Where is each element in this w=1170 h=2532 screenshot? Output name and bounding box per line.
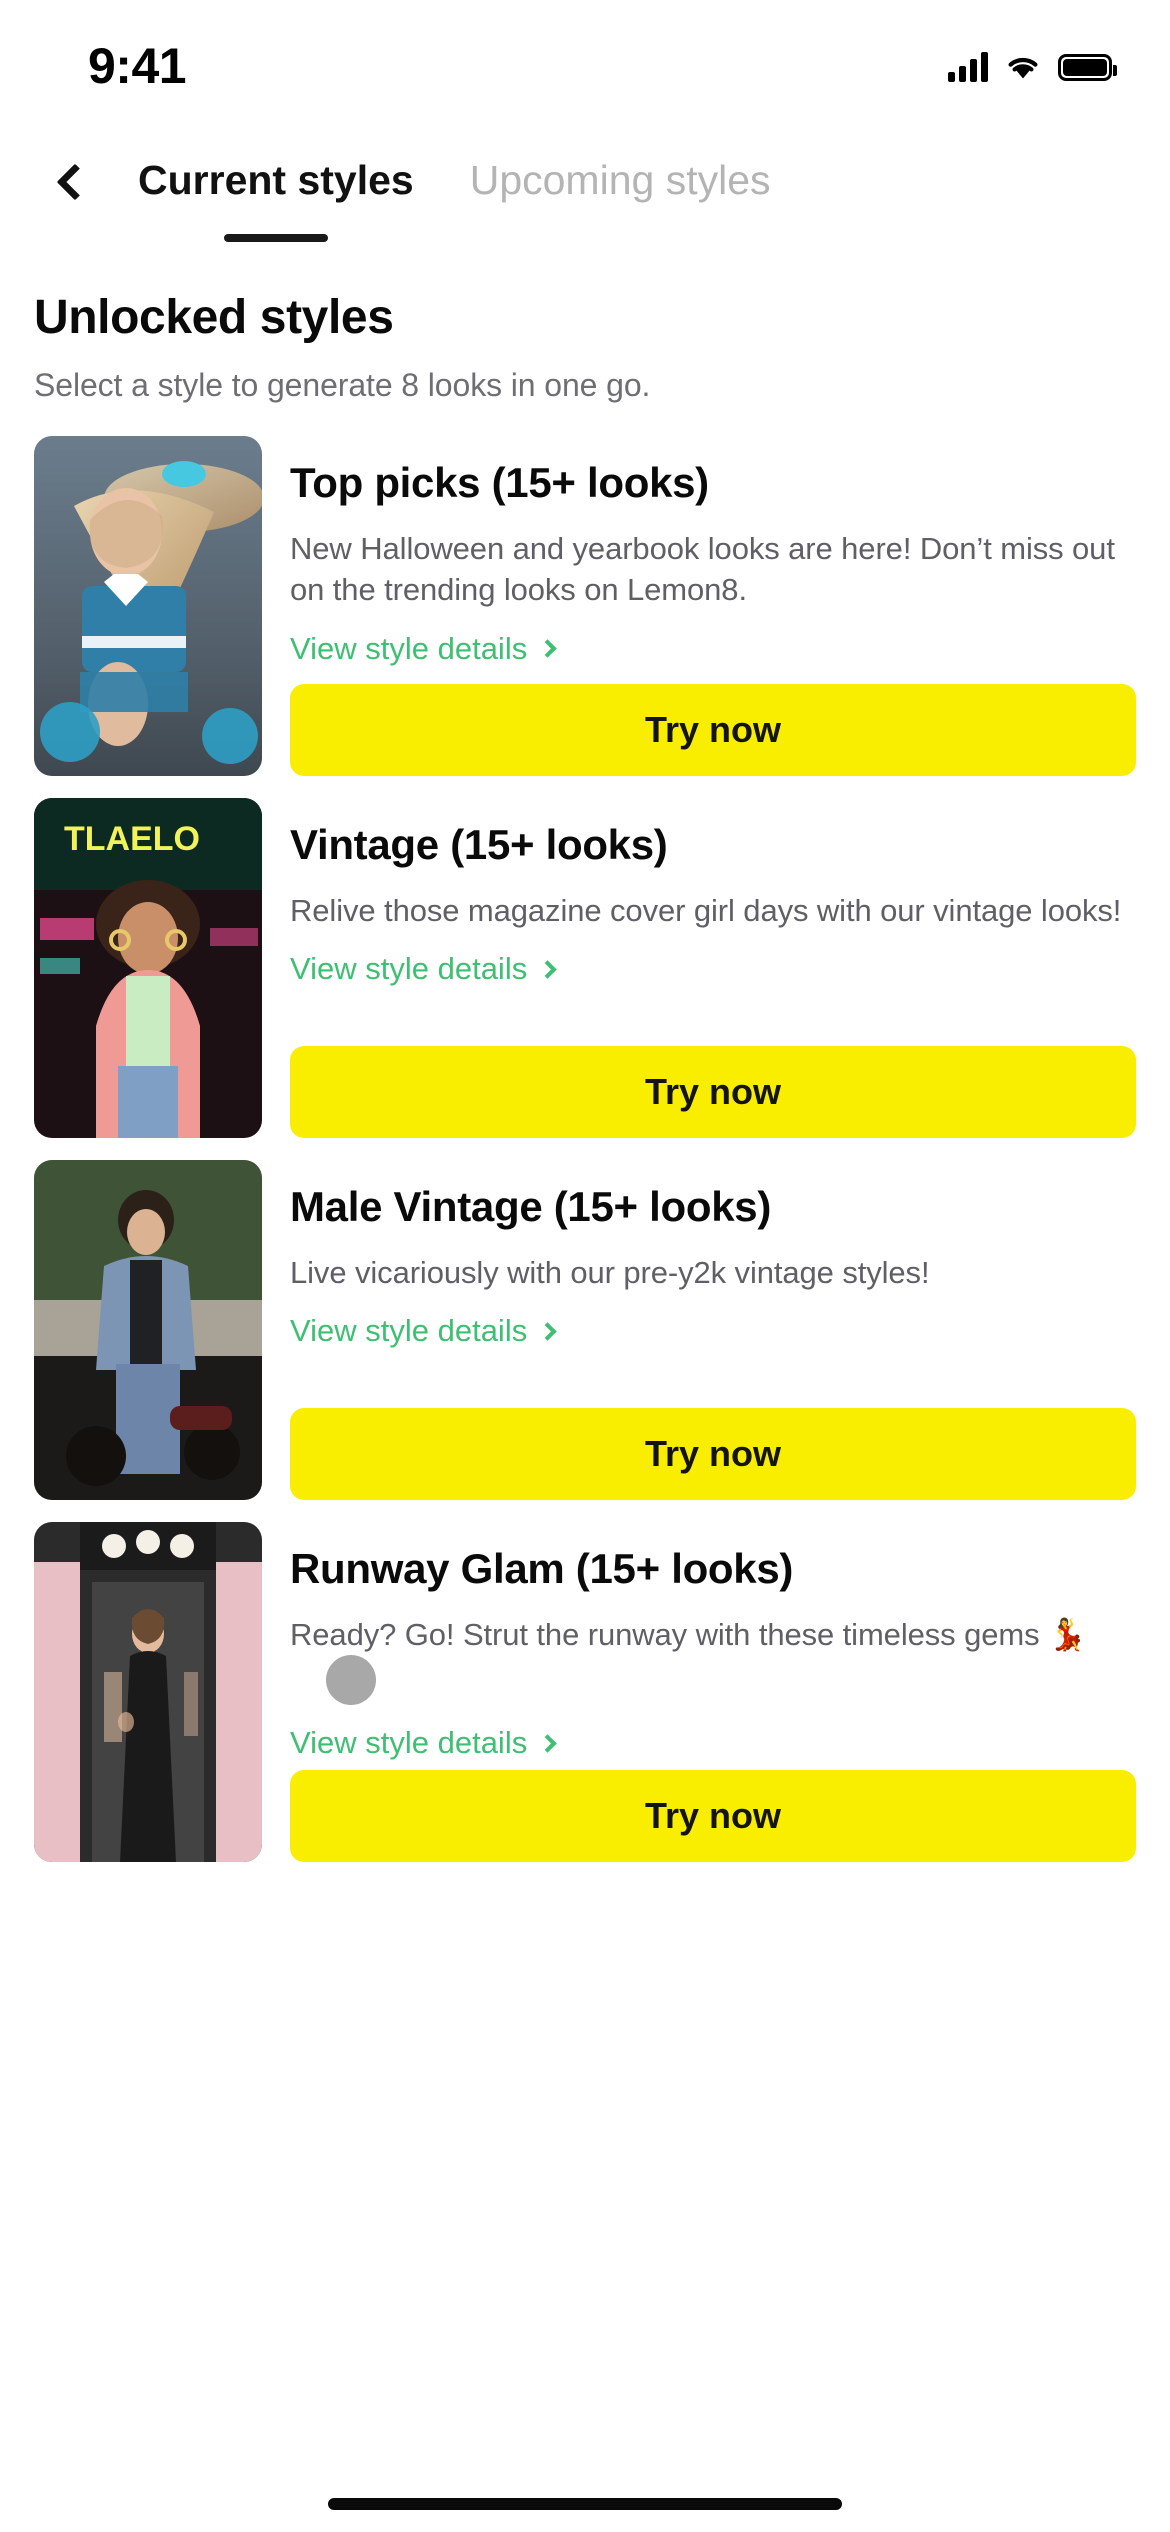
try-now-button[interactable]: Try now xyxy=(290,1046,1136,1138)
chevron-left-icon xyxy=(56,163,94,201)
view-style-details-label: View style details xyxy=(290,630,528,666)
page-subtitle: Select a style to generate 8 looks in on… xyxy=(34,367,651,403)
loading-indicator-dot xyxy=(326,1655,376,1706)
view-style-details-link[interactable]: View style details xyxy=(290,951,1136,987)
chevron-right-icon xyxy=(538,1322,557,1341)
navigation-bar: Current styles Upcoming styles xyxy=(0,118,1170,246)
wifi-icon xyxy=(1004,53,1042,81)
list-item[interactable]: TLAELO Vintage (15+ looks) Relive those … xyxy=(0,798,1170,1138)
card-title: Top picks (15+ looks) xyxy=(290,459,709,506)
try-now-button[interactable]: Try now xyxy=(290,684,1136,776)
card-title: Vintage (15+ looks) xyxy=(290,821,668,868)
home-indicator xyxy=(328,2498,842,2510)
list-item[interactable]: Male Vintage (15+ looks) Live vicariousl… xyxy=(0,1160,1170,1500)
section-header: Unlocked styles Select a style to genera… xyxy=(0,246,1170,404)
list-item[interactable]: Runway Glam (15+ looks) Ready? Go! Strut… xyxy=(0,1522,1170,1862)
card-body: Vintage (15+ looks) Relive those magazin… xyxy=(290,798,1136,1138)
card-description: New Halloween and yearbook looks are her… xyxy=(290,531,1115,608)
view-style-details-label: View style details xyxy=(290,1313,528,1349)
card-title: Male Vintage (15+ looks) xyxy=(290,1183,772,1230)
tab-upcoming-styles[interactable]: Upcoming styles xyxy=(470,157,771,208)
view-style-details-link[interactable]: View style details xyxy=(290,1725,1136,1761)
status-bar: 9:41 xyxy=(0,0,1170,118)
thumbnail-runway-glam[interactable] xyxy=(34,1522,262,1862)
battery-icon xyxy=(1058,53,1117,81)
style-list: Top picks (15+ looks) New Halloween and … xyxy=(0,436,1170,1862)
card-body: Runway Glam (15+ looks) Ready? Go! Strut… xyxy=(290,1522,1136,1862)
list-item[interactable]: Top picks (15+ looks) New Halloween and … xyxy=(0,436,1170,776)
chevron-right-icon xyxy=(538,1734,557,1753)
card-description-text: Ready? Go! Strut the runway with these t… xyxy=(290,1617,1087,1653)
card-description: Live vicariously with our pre-y2k vintag… xyxy=(290,1255,930,1291)
try-now-button[interactable]: Try now xyxy=(290,1408,1136,1500)
back-button[interactable] xyxy=(40,147,110,217)
status-icons xyxy=(948,52,1117,82)
card-body: Top picks (15+ looks) New Halloween and … xyxy=(290,436,1136,776)
card-description: Ready? Go! Strut the runway with these t… xyxy=(290,1614,1136,1706)
chevron-right-icon xyxy=(538,960,557,979)
tab-bar: Current styles Upcoming styles xyxy=(138,157,771,208)
thumbnail-male-vintage[interactable] xyxy=(34,1160,262,1500)
card-description: Relive those magazine cover girl days wi… xyxy=(290,893,1122,929)
tab-current-styles[interactable]: Current styles xyxy=(138,157,414,208)
view-style-details-label: View style details xyxy=(290,1725,528,1761)
chevron-right-icon xyxy=(538,639,557,658)
thumbnail-top-picks[interactable] xyxy=(34,436,262,776)
view-style-details-label: View style details xyxy=(290,951,528,987)
card-body: Male Vintage (15+ looks) Live vicariousl… xyxy=(290,1160,1136,1500)
view-style-details-link[interactable]: View style details xyxy=(290,1313,1136,1349)
svg-text:TLAELO: TLAELO xyxy=(64,820,200,858)
cellular-signal-icon xyxy=(948,52,988,82)
thumbnail-vintage[interactable]: TLAELO xyxy=(34,798,262,1138)
card-title: Runway Glam (15+ looks) xyxy=(290,1545,794,1592)
view-style-details-link[interactable]: View style details xyxy=(290,631,1136,667)
status-time: 9:41 xyxy=(88,38,187,94)
try-now-button[interactable]: Try now xyxy=(290,1770,1136,1862)
page-title: Unlocked styles xyxy=(34,291,394,344)
